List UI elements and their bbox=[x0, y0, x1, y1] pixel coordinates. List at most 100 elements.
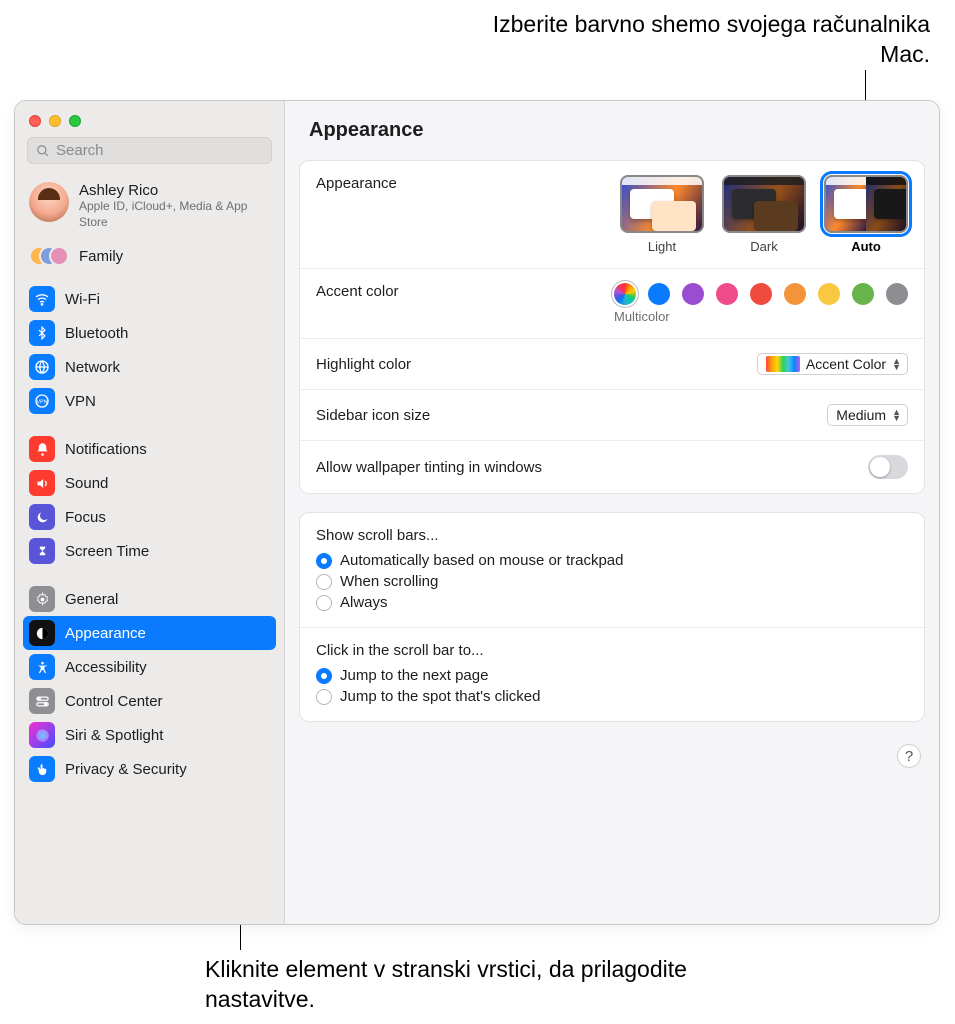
minimize-button[interactable] bbox=[49, 115, 61, 127]
sidebar-item-focus[interactable]: Focus bbox=[23, 500, 276, 534]
sidebar-item-control-center[interactable]: Control Center bbox=[23, 684, 276, 718]
callout-bottom: Kliknite element v stranski vrstici, da … bbox=[205, 955, 725, 1015]
hourglass-icon bbox=[29, 538, 55, 564]
accent-label: Accent color bbox=[316, 283, 399, 300]
user-name: Ashley Rico bbox=[79, 182, 269, 199]
click-title: Click in the scroll bar to... bbox=[316, 642, 908, 659]
radio-option[interactable]: Jump to the spot that's clicked bbox=[316, 686, 908, 707]
appearance-icon bbox=[29, 620, 55, 646]
accent-multicolor[interactable] bbox=[614, 283, 636, 305]
radio-button bbox=[316, 668, 332, 684]
sidebar-item-privacy-security[interactable]: Privacy & Security bbox=[23, 752, 276, 786]
appearance-caption: Dark bbox=[750, 239, 777, 254]
scrollbars-block: Show scroll bars... Automatically based … bbox=[300, 513, 924, 628]
apple-id-row[interactable]: Ashley Rico Apple ID, iCloud+, Media & A… bbox=[15, 174, 284, 238]
radio-label: Always bbox=[340, 594, 388, 611]
zoom-button[interactable] bbox=[69, 115, 81, 127]
radio-label: When scrolling bbox=[340, 573, 438, 590]
family-icon bbox=[29, 244, 69, 268]
accent-caption: Multicolor bbox=[614, 309, 908, 324]
sidebar-item-label: Network bbox=[65, 359, 120, 376]
scroll-panel: Show scroll bars... Automatically based … bbox=[299, 512, 925, 722]
family-row[interactable]: Family bbox=[15, 238, 284, 278]
appearance-option-auto[interactable]: Auto bbox=[824, 175, 908, 254]
appearance-panel: Appearance Light Dark Auto Accent color Mu… bbox=[299, 160, 925, 494]
radio-label: Jump to the spot that's clicked bbox=[340, 688, 540, 705]
highlight-label: Highlight color bbox=[316, 356, 411, 373]
accent-red[interactable] bbox=[750, 283, 772, 305]
help-button[interactable]: ? bbox=[897, 744, 921, 768]
appearance-thumb-light bbox=[620, 175, 704, 233]
tinting-toggle[interactable] bbox=[868, 455, 908, 479]
appearance-row: Appearance Light Dark Auto bbox=[300, 161, 924, 269]
sidebar-item-label: Sound bbox=[65, 475, 108, 492]
search-icon bbox=[36, 144, 50, 158]
accent-blue[interactable] bbox=[648, 283, 670, 305]
accent-yellow[interactable] bbox=[818, 283, 840, 305]
sidebar-item-sound[interactable]: Sound bbox=[23, 466, 276, 500]
gear-icon bbox=[29, 586, 55, 612]
accessibility-icon bbox=[29, 654, 55, 680]
sidebar-size-popup[interactable]: Medium ▲▼ bbox=[827, 404, 908, 426]
sidebar-item-network[interactable]: Network bbox=[23, 350, 276, 384]
sidebar-item-wi-fi[interactable]: Wi-Fi bbox=[23, 282, 276, 316]
accent-graphite[interactable] bbox=[886, 283, 908, 305]
sidebar-item-label: VPN bbox=[65, 393, 96, 410]
tinting-label: Allow wallpaper tinting in windows bbox=[316, 459, 542, 476]
highlight-popup[interactable]: Accent Color ▲▼ bbox=[757, 353, 908, 375]
radio-option[interactable]: Always bbox=[316, 592, 908, 613]
sidebar-item-appearance[interactable]: Appearance bbox=[23, 616, 276, 650]
accent-dots bbox=[614, 283, 908, 305]
sidebar-size-value: Medium bbox=[836, 407, 886, 423]
sidebar-item-accessibility[interactable]: Accessibility bbox=[23, 650, 276, 684]
siri-icon bbox=[29, 722, 55, 748]
accent-green[interactable] bbox=[852, 283, 874, 305]
sidebar-item-siri-spotlight[interactable]: Siri & Spotlight bbox=[23, 718, 276, 752]
svg-text:VPN: VPN bbox=[37, 400, 48, 406]
sidebar-item-bluetooth[interactable]: Bluetooth bbox=[23, 316, 276, 350]
appearance-option-light[interactable]: Light bbox=[620, 175, 704, 254]
scrollbars-title: Show scroll bars... bbox=[316, 527, 908, 544]
sidebar-item-vpn[interactable]: VPN VPN bbox=[23, 384, 276, 418]
sidebar-item-label: Screen Time bbox=[65, 543, 149, 560]
sidebar-item-screen-time[interactable]: Screen Time bbox=[23, 534, 276, 568]
appearance-thumbs: Light Dark Auto bbox=[620, 175, 908, 254]
highlight-swatch bbox=[766, 356, 800, 372]
sidebar-item-label: Control Center bbox=[65, 693, 163, 710]
page-title: Appearance bbox=[285, 101, 939, 156]
accent-orange[interactable] bbox=[784, 283, 806, 305]
callout-top: Izberite barvno shemo svojega računalnik… bbox=[490, 10, 930, 70]
accent-pink[interactable] bbox=[716, 283, 738, 305]
search-input[interactable]: Search bbox=[27, 137, 272, 164]
radio-option[interactable]: Automatically based on mouse or trackpad bbox=[316, 550, 908, 571]
sidebar-item-notifications[interactable]: Notifications bbox=[23, 432, 276, 466]
sidebar-item-label: Accessibility bbox=[65, 659, 147, 676]
appearance-thumb-dark bbox=[722, 175, 806, 233]
hand-icon bbox=[29, 756, 55, 782]
radio-button bbox=[316, 553, 332, 569]
sidebar-size-label: Sidebar icon size bbox=[316, 407, 430, 424]
family-label: Family bbox=[79, 248, 123, 265]
search-placeholder: Search bbox=[56, 142, 104, 159]
appearance-label: Appearance bbox=[316, 175, 397, 192]
radio-label: Automatically based on mouse or trackpad bbox=[340, 552, 623, 569]
sidebar-item-general[interactable]: General bbox=[23, 582, 276, 616]
avatar bbox=[29, 182, 69, 222]
appearance-option-dark[interactable]: Dark bbox=[722, 175, 806, 254]
vpn-icon: VPN bbox=[29, 388, 55, 414]
radio-option[interactable]: When scrolling bbox=[316, 571, 908, 592]
sidebar-item-label: Focus bbox=[65, 509, 106, 526]
close-button[interactable] bbox=[29, 115, 41, 127]
accent-purple[interactable] bbox=[682, 283, 704, 305]
click-block: Click in the scroll bar to... Jump to th… bbox=[300, 628, 924, 721]
settings-window: Search Ashley Rico Apple ID, iCloud+, Me… bbox=[14, 100, 940, 925]
radio-option[interactable]: Jump to the next page bbox=[316, 665, 908, 686]
user-sub: Apple ID, iCloud+, Media & App Store bbox=[79, 199, 269, 230]
sidebar-item-label: General bbox=[65, 591, 118, 608]
window-controls bbox=[15, 101, 284, 137]
sidebar-item-label: Wi-Fi bbox=[65, 291, 100, 308]
chevron-updown-icon: ▲▼ bbox=[892, 358, 901, 370]
sidebar: Search Ashley Rico Apple ID, iCloud+, Me… bbox=[15, 101, 285, 924]
wifi-icon bbox=[29, 286, 55, 312]
sidebar-item-label: Notifications bbox=[65, 441, 147, 458]
